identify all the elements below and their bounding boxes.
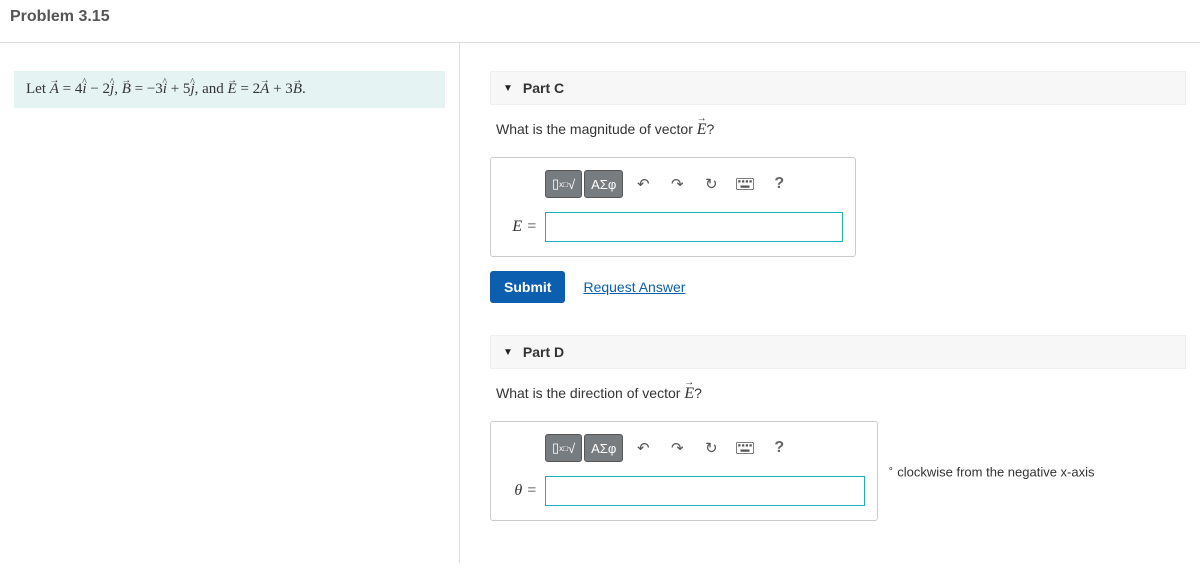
toolbar-c: ▯x□√ ΑΣφ ↶ ↷ ↻ ? (545, 170, 843, 198)
part-c-header[interactable]: ▼ Part C (490, 71, 1186, 105)
keyboard-button[interactable] (731, 170, 759, 198)
keyboard-icon (736, 178, 754, 190)
left-column: Let →A = 4^i − 2^j, →B = −3^i + 5^j, and… (0, 43, 460, 563)
chevron-down-icon: ▼ (503, 347, 513, 358)
part-d-input[interactable] (545, 476, 865, 506)
redo-button[interactable]: ↷ (663, 434, 691, 462)
part-c-answer-box: ▯x□√ ΑΣφ ↶ ↷ ↻ ? E = (490, 157, 856, 257)
part-d: ▼ Part D What is the direction of vector… (490, 335, 1186, 521)
part-c-question: What is the magnitude of vector →E? (490, 121, 1186, 157)
part-d-title: Part D (523, 344, 564, 360)
part-d-lhs: θ = (503, 482, 537, 500)
keyboard-button[interactable] (731, 434, 759, 462)
part-c-input[interactable] (545, 212, 843, 242)
toolbar-d: ▯x□√ ΑΣφ ↶ ↷ ↻ ? (545, 434, 865, 462)
part-c: ▼ Part C What is the magnitude of vector… (490, 71, 1186, 303)
part-d-question: What is the direction of vector →E? (490, 385, 1186, 421)
root-icon: √ (568, 177, 575, 192)
greek-button[interactable]: ΑΣφ (584, 434, 623, 462)
problem-title: Problem 3.15 (0, 0, 1200, 34)
request-answer-link-c[interactable]: Request Answer (583, 279, 685, 295)
templates-button[interactable]: ▯x□√ (545, 170, 582, 198)
part-d-answer-box: ▯x□√ ΑΣφ ↶ ↷ ↻ ? θ = (490, 421, 878, 521)
part-d-unit: ∘ clockwise from the negative x-axis (888, 463, 1095, 479)
part-d-header[interactable]: ▼ Part D (490, 335, 1186, 369)
root-icon: √ (568, 441, 575, 456)
submit-button-c[interactable]: Submit (490, 271, 565, 303)
reset-button[interactable]: ↻ (697, 434, 725, 462)
greek-button[interactable]: ΑΣφ (584, 170, 623, 198)
help-button[interactable]: ? (765, 170, 793, 198)
reset-button[interactable]: ↻ (697, 170, 725, 198)
template-icon: ▯ (552, 176, 559, 192)
templates-button[interactable]: ▯x□√ (545, 434, 582, 462)
help-button[interactable]: ? (765, 434, 793, 462)
undo-button[interactable]: ↶ (629, 434, 657, 462)
redo-button[interactable]: ↷ (663, 170, 691, 198)
problem-statement: Let →A = 4^i − 2^j, →B = −3^i + 5^j, and… (14, 71, 445, 108)
part-c-title: Part C (523, 80, 564, 96)
undo-button[interactable]: ↶ (629, 170, 657, 198)
template-icon: ▯ (552, 440, 559, 456)
part-c-lhs: E = (503, 218, 537, 236)
right-column: ▼ Part C What is the magnitude of vector… (460, 43, 1200, 563)
chevron-down-icon: ▼ (503, 83, 513, 94)
keyboard-icon (736, 442, 754, 454)
